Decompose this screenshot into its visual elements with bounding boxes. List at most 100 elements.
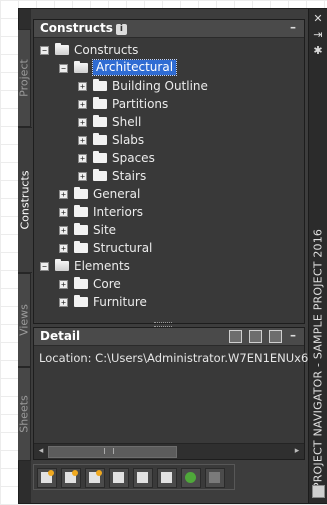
tab-project[interactable]: Project (18, 29, 31, 127)
preview-icon[interactable] (228, 330, 242, 343)
expand-icon[interactable]: + (59, 298, 68, 307)
add-construct-button[interactable] (37, 468, 57, 488)
scroll-left-icon[interactable]: ◂ (35, 445, 47, 457)
autohide-icon[interactable]: ⇥ (312, 29, 324, 41)
tree-item[interactable]: + Spaces (34, 150, 304, 167)
collapse-icon[interactable]: − (40, 46, 49, 55)
close-file-icon (209, 472, 220, 483)
tree-item[interactable]: + Interiors (34, 204, 304, 221)
expand-icon[interactable]: + (59, 244, 68, 253)
tab-project-label: Project (17, 59, 31, 97)
expand-icon[interactable]: + (78, 100, 87, 109)
tree-item-label: Interiors (93, 205, 144, 219)
tree-item-label: Slabs (112, 133, 145, 147)
copy-to-levels-button[interactable] (109, 468, 129, 488)
tree-item[interactable]: − Architectural (34, 59, 304, 77)
constructs-title-text: Constructs (40, 21, 113, 35)
tree-item-label: Partitions (112, 97, 169, 111)
close-icon[interactable]: ✕ (312, 13, 324, 25)
folder-icon (93, 97, 107, 109)
tree-item-label: Core (93, 277, 121, 291)
palette-title-bar[interactable]: ✕ ⇥ ✱ PROJECT NAVIGATOR - SAMPLE PROJECT… (308, 9, 327, 503)
tree-item[interactable]: + Structural (34, 240, 304, 257)
add-folder-button[interactable] (85, 468, 105, 488)
tree-item[interactable]: − Elements (34, 258, 304, 275)
folder-icon (93, 133, 107, 145)
expand-icon[interactable]: + (59, 208, 68, 217)
tree-item[interactable]: + Site (34, 222, 304, 239)
detail-view-icon[interactable] (248, 330, 262, 343)
detail-title: Detail (40, 329, 81, 343)
tab-views[interactable]: Views (18, 273, 31, 367)
folder-icon (93, 115, 107, 127)
expand-icon[interactable]: + (59, 280, 68, 289)
tree-item[interactable]: + General (34, 186, 304, 203)
regenerate-button[interactable] (157, 468, 177, 488)
add-badge-icon (72, 470, 78, 476)
folder-icon (74, 187, 88, 199)
properties-icon[interactable]: ✱ (312, 45, 324, 57)
expand-icon[interactable]: + (78, 154, 87, 163)
refresh-button[interactable] (181, 468, 201, 488)
document-icon[interactable] (312, 485, 325, 498)
minimize-detail-button[interactable]: – (288, 329, 298, 342)
edit-icon (137, 472, 148, 483)
tree-item-label: Architectural (91, 59, 178, 76)
folder-icon (93, 169, 107, 181)
settings-icon[interactable] (269, 330, 282, 343)
folder-icon (74, 295, 88, 307)
tree-item[interactable]: + Furniture (34, 294, 304, 311)
folder-open-icon (55, 259, 69, 271)
location-text: Location: C:\Users\Administrator.W7EN1EN… (39, 351, 316, 365)
scroll-right-icon[interactable]: ▸ (291, 445, 303, 457)
tree-item-label: Building Outline (112, 79, 208, 93)
expand-icon[interactable]: + (78, 82, 87, 91)
expand-icon[interactable]: + (78, 172, 87, 181)
folder-icon (74, 223, 88, 235)
scroll-thumb[interactable] (48, 446, 177, 458)
expand-icon[interactable]: + (78, 118, 87, 127)
tree-item-label: Spaces (112, 151, 155, 165)
tree-item[interactable]: + Core (34, 276, 304, 293)
tree-item[interactable]: + Slabs (34, 132, 304, 149)
tree-item-label: General (93, 187, 141, 201)
folder-open-icon (55, 43, 69, 55)
folder-icon (93, 79, 107, 91)
tree-item-label: Stairs (112, 169, 147, 183)
folder-open-icon (74, 61, 88, 73)
tree-item[interactable]: + Stairs (34, 168, 304, 185)
tree-item[interactable]: + Shell (34, 114, 304, 131)
refresh-icon (185, 472, 196, 483)
copy-to-levels-icon (113, 472, 124, 483)
folder-icon (74, 241, 88, 253)
horizontal-scrollbar[interactable]: ◂ ▸ (34, 443, 304, 459)
expand-icon[interactable]: + (78, 136, 87, 145)
expand-icon[interactable]: + (59, 190, 68, 199)
tree-item-label: Furniture (93, 295, 147, 309)
constructs-title: Constructs i (40, 21, 127, 35)
tree-item[interactable]: + Building Outline (34, 78, 304, 95)
tree-item[interactable]: + Partitions (34, 96, 304, 113)
folder-icon (93, 151, 107, 163)
edit-button[interactable] (133, 468, 153, 488)
close-file-button[interactable] (205, 468, 225, 488)
tree-item-label: Shell (112, 115, 142, 129)
add-element-button[interactable] (61, 468, 81, 488)
add-badge-icon (96, 470, 102, 476)
tab-constructs[interactable]: Constructs (18, 127, 32, 273)
tree-item[interactable]: − Constructs (34, 42, 304, 59)
add-badge-icon (48, 470, 54, 476)
info-icon[interactable]: i (115, 24, 127, 35)
expand-icon[interactable]: + (59, 226, 68, 235)
tab-constructs-label: Constructs (18, 170, 32, 230)
tree-item-label: Structural (93, 241, 153, 255)
collapse-icon[interactable]: − (59, 64, 68, 73)
grip-icon (104, 448, 114, 454)
tab-sheets[interactable]: Sheets (18, 367, 31, 461)
folder-icon (74, 205, 88, 217)
collapse-icon[interactable]: − (40, 262, 49, 271)
constructs-header: Constructs i – (34, 20, 304, 38)
tab-sheets-label: Sheets (17, 395, 31, 433)
minimize-constructs-button[interactable]: – (288, 21, 298, 34)
detail-toolbar (226, 330, 282, 346)
